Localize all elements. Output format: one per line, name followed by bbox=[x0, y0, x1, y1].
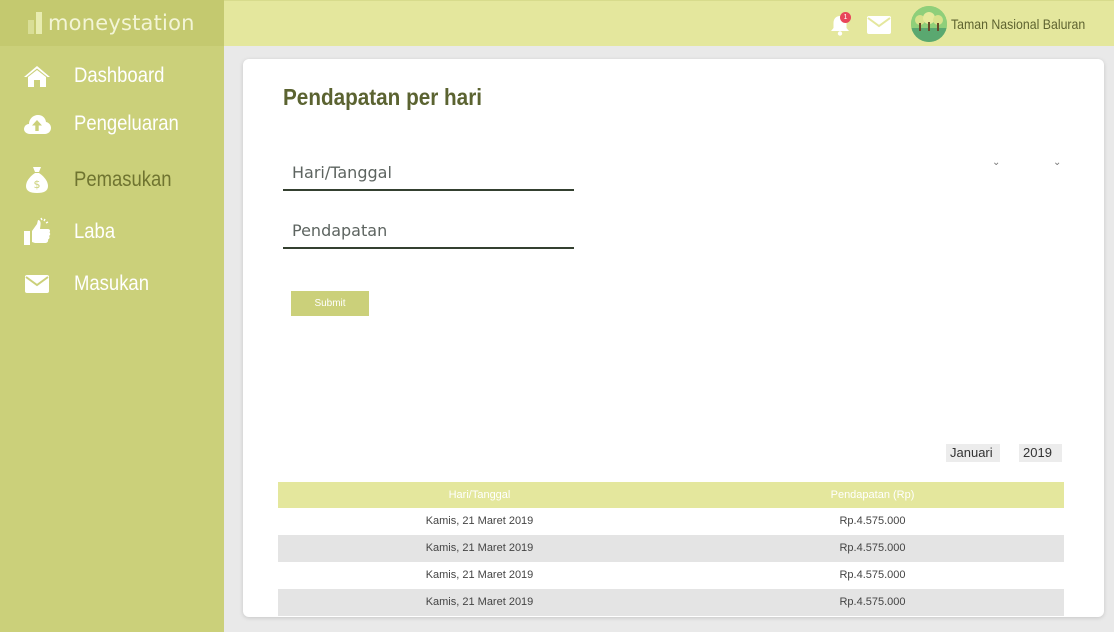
date-field[interactable] bbox=[283, 155, 574, 191]
income-field[interactable] bbox=[283, 213, 574, 249]
thumbs-up-icon bbox=[22, 217, 52, 247]
table-cell-date: Kamis, 21 Maret 2019 bbox=[425, 569, 534, 581]
mail-icon[interactable] bbox=[866, 15, 892, 35]
sidebar-item-label: Pemasukan bbox=[74, 168, 172, 191]
sidebar-item-laba[interactable]: Laba bbox=[0, 214, 224, 250]
table-cell-income: Rp.4.575.000 bbox=[839, 569, 906, 581]
table-cell-date: Kamis, 21 Maret 2019 bbox=[425, 542, 534, 554]
sidebar-item-pengeluaran[interactable]: Pengeluaran bbox=[0, 106, 224, 142]
sidebar-item-pemasukan[interactable]: $ Pemasukan bbox=[0, 162, 224, 198]
sidebar-item-label: Masukan bbox=[74, 272, 149, 295]
sidebar-item-masukan[interactable]: Masukan bbox=[0, 266, 224, 302]
logo-mark-icon bbox=[28, 12, 42, 34]
month-select[interactable]: Januari bbox=[946, 444, 1000, 462]
sidebar-item-label: Pengeluaran bbox=[74, 112, 179, 135]
notification-badge: 1 bbox=[840, 12, 851, 23]
sidebar-item-label: Laba bbox=[74, 220, 116, 243]
topbar: 1 Taman Nasional Baluran bbox=[224, 0, 1114, 46]
submit-button[interactable]: Submit bbox=[291, 291, 369, 316]
envelope-icon bbox=[22, 269, 52, 299]
year-select[interactable]: 2019 bbox=[1019, 444, 1062, 462]
chevron-down-icon[interactable]: ⌄ bbox=[992, 157, 1000, 168]
logo-text: moneystation bbox=[48, 11, 195, 35]
table-row[interactable]: Kamis, 21 Maret 2019 Rp.4.575.000 bbox=[278, 562, 1064, 589]
sidebar: moneystation Dashboard Pengeluaran $ Pem… bbox=[0, 0, 224, 632]
table-row[interactable]: Kamis, 21 Maret 2019 Rp.4.575.000 bbox=[278, 589, 1064, 616]
table-cell-income: Rp.4.575.000 bbox=[839, 515, 906, 527]
avatar[interactable] bbox=[911, 6, 947, 42]
money-bag-icon: $ bbox=[22, 165, 52, 195]
logo[interactable]: moneystation bbox=[0, 0, 224, 46]
column-header-date[interactable]: Hari/Tanggal bbox=[278, 482, 681, 508]
table-cell-income: Rp.4.575.000 bbox=[839, 596, 906, 608]
table-cell-date: Kamis, 21 Maret 2019 bbox=[425, 596, 534, 608]
table-cell-income: Rp.4.575.000 bbox=[839, 542, 906, 554]
table-row[interactable]: Kamis, 21 Maret 2019 Rp.4.575.000 bbox=[278, 508, 1064, 535]
table-row[interactable]: Kamis, 21 Maret 2019 Rp.4.575.000 bbox=[278, 535, 1064, 562]
svg-text:$: $ bbox=[34, 178, 41, 191]
chevron-down-icon[interactable]: ⌄ bbox=[1053, 157, 1061, 168]
sidebar-item-dashboard[interactable]: Dashboard bbox=[0, 58, 224, 94]
table-cell-date: Kamis, 21 Maret 2019 bbox=[425, 515, 534, 527]
cloud-upload-icon bbox=[22, 109, 52, 139]
income-card: Pendapatan per hari Submit ⌄ ⌄ Januari 2… bbox=[243, 59, 1104, 617]
page-title: Pendapatan per hari bbox=[283, 84, 483, 110]
sidebar-item-label: Dashboard bbox=[74, 64, 165, 87]
user-name[interactable]: Taman Nasional Baluran bbox=[951, 16, 1085, 32]
table-header: Hari/Tanggal Pendapatan (Rp) bbox=[278, 482, 1064, 508]
income-table: Hari/Tanggal Pendapatan (Rp) Kamis, 21 M… bbox=[278, 482, 1064, 616]
home-icon bbox=[22, 61, 52, 91]
column-header-income[interactable]: Pendapatan (Rp) bbox=[681, 482, 1064, 508]
